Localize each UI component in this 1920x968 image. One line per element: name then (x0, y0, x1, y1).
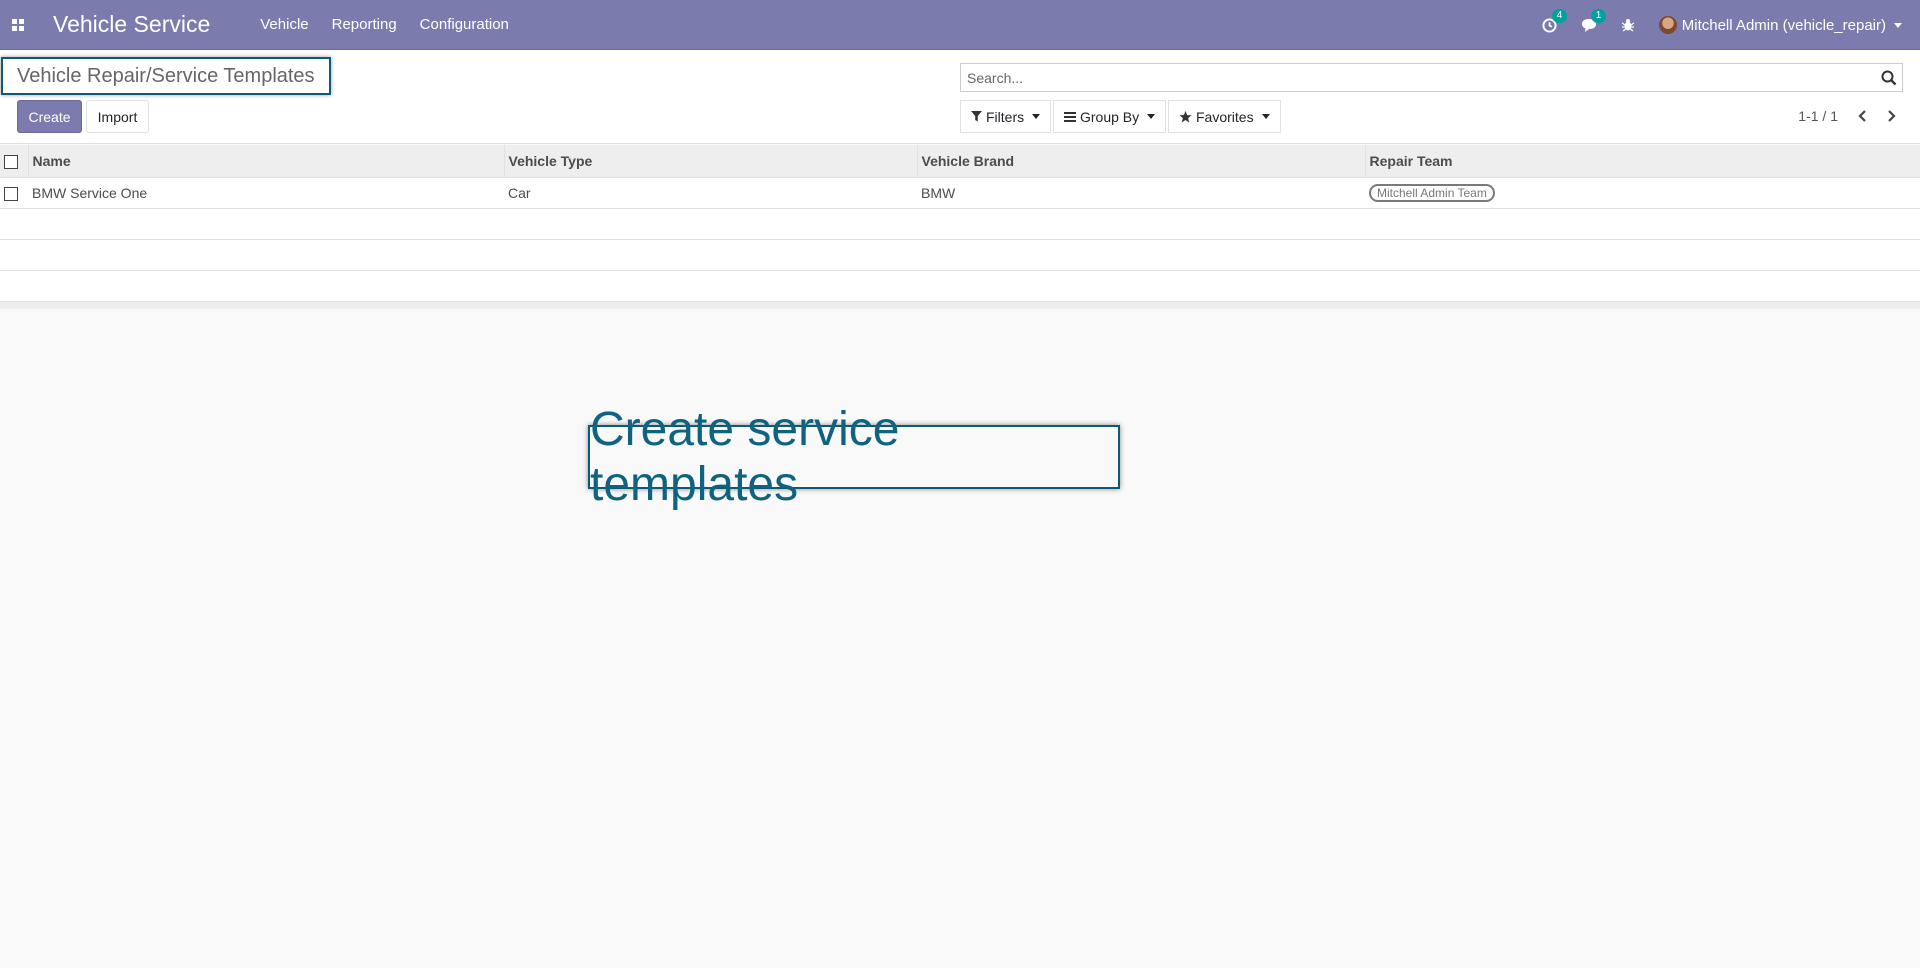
table-row[interactable]: BMW Service One Car BMW Mitchell Admin T… (0, 177, 1920, 209)
avatar (1658, 16, 1677, 34)
list-icon (1064, 111, 1076, 122)
breadcrumb: Vehicle Repair/Service Templates (1, 57, 331, 95)
app-brand[interactable]: Vehicle Service (53, 11, 210, 38)
guide-tooltip: Create service templates (588, 403, 1120, 511)
menu-reporting[interactable]: Reporting (332, 16, 397, 33)
search-icon[interactable] (1876, 70, 1902, 86)
chevron-right-icon[interactable] (1887, 110, 1896, 122)
user-name: Mitchell Admin (vehicle_repair) (1681, 16, 1886, 34)
filters-label: Filters (986, 108, 1025, 125)
star-icon (1179, 110, 1192, 123)
column-header-name[interactable]: Name (27, 145, 504, 178)
menu-vehicle[interactable]: Vehicle (260, 16, 308, 33)
pager-value[interactable]: 1-1 / 1 (1798, 108, 1838, 124)
empty-row (0, 208, 1920, 240)
search-bar (960, 63, 1903, 92)
column-header-vehicle-type[interactable]: Vehicle Type (503, 145, 917, 178)
chevron-down-icon (1894, 22, 1902, 28)
row-checkbox[interactable] (4, 186, 18, 201)
filters-dropdown[interactable]: Filters (960, 100, 1052, 133)
menu-configuration[interactable]: Configuration (420, 16, 509, 33)
top-navbar: Vehicle Service Vehicle Reporting Config… (0, 0, 1920, 50)
user-menu[interactable]: Mitchell Admin (vehicle_repair) (1658, 16, 1902, 34)
cell-vehicle-type[interactable]: Car (504, 177, 917, 209)
messages-button[interactable]: 1 (1581, 8, 1607, 33)
favorites-label: Favorites (1196, 108, 1254, 125)
filter-icon (971, 111, 982, 122)
table-footer (0, 301, 1920, 309)
column-header-repair-team[interactable]: Repair Team (1364, 145, 1920, 178)
activity-button[interactable]: 4 (1542, 8, 1568, 33)
cell-vehicle-brand[interactable]: BMW (917, 177, 1365, 209)
groupby-label: Group By (1080, 108, 1140, 125)
activity-count-badge: 4 (1551, 8, 1568, 23)
empty-row (0, 239, 1920, 271)
search-input[interactable] (961, 64, 1876, 91)
repair-team-tag: Mitchell Admin Team (1369, 183, 1495, 202)
groupby-dropdown[interactable]: Group By (1053, 100, 1167, 133)
messages-count-badge: 1 (1590, 8, 1607, 23)
debug-button[interactable] (1621, 18, 1635, 32)
chevron-left-icon[interactable] (1858, 110, 1867, 122)
apps-menu-icon[interactable] (0, 0, 36, 50)
create-button[interactable]: Create (17, 100, 82, 133)
templates-table: Name Vehicle Type Vehicle Brand Repair T… (0, 145, 1920, 309)
list-view: Name Vehicle Type Vehicle Brand Repair T… (0, 145, 1920, 309)
import-button[interactable]: Import (86, 100, 149, 133)
empty-row (0, 270, 1920, 302)
favorites-dropdown[interactable]: Favorites (1168, 100, 1281, 133)
chevron-down-icon (1261, 114, 1270, 119)
table-header-row: Name Vehicle Type Vehicle Brand Repair T… (0, 145, 1920, 178)
control-panel: Vehicle Repair/Service Templates Create … (0, 50, 1920, 144)
select-all-checkbox[interactable] (4, 154, 18, 169)
cell-name[interactable]: BMW Service One (28, 177, 504, 209)
bug-icon (1621, 19, 1635, 32)
column-header-vehicle-brand[interactable]: Vehicle Brand (916, 145, 1365, 178)
pager: 1-1 / 1 (1798, 108, 1896, 124)
chevron-down-icon (1032, 114, 1041, 119)
chevron-down-icon (1147, 114, 1156, 119)
